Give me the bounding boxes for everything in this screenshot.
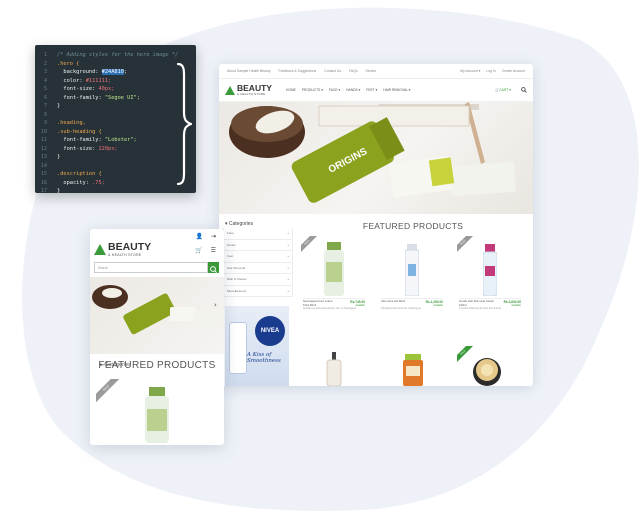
code-highlight: #24A810 <box>101 69 124 75</box>
featured-products-heading: FEATURED PRODUCTS <box>362 221 464 231</box>
top-link[interactable]: About Sample Health Beauty <box>227 69 271 73</box>
create-account-link[interactable]: Create Account <box>502 69 525 73</box>
leaf-logo-icon <box>225 85 235 95</box>
category-item[interactable]: Bath & Shower + <box>223 274 293 286</box>
login-link[interactable]: Log In <box>486 69 495 73</box>
search-icon <box>210 266 217 273</box>
product-card[interactable]: SALE Gentle Hair Removal Cream 100ml Rs.… <box>457 236 523 318</box>
cart-icon[interactable]: 🛒 <box>195 247 202 254</box>
category-item[interactable]: Miscellaneous + <box>223 285 293 297</box>
search-input[interactable]: Search <box>94 262 208 273</box>
mobile-featured-heading: FEATURED PRODUCTS <box>98 360 216 371</box>
code-text: /* Adding styles for the hero image */ .h… <box>57 51 194 193</box>
main-navbar: BEAUTY & HEALTH STORE HOME PRODUCTS ▾ FA… <box>219 79 533 102</box>
desktop-website-window: About Sample Health Beauty Feedback & Su… <box>219 64 533 386</box>
category-item[interactable]: Feet + <box>223 251 293 263</box>
main-menu: HOME PRODUCTS ▾ FACE ▾ HANDS ▾ FEET ▾ HA… <box>286 88 410 92</box>
category-item[interactable]: Face + <box>223 228 293 240</box>
menu-item-hair-removal[interactable]: HAIR REMOVAL ▾ <box>383 88 410 92</box>
menu-item-home[interactable]: HOME <box>286 88 296 92</box>
hero-image: ORIGINS <box>219 102 533 214</box>
product-name[interactable]: Gentle Hair Removal Cream 100ml <box>459 299 495 307</box>
product-price: Rs.749.00 Available <box>350 300 365 307</box>
product-description: Introducing Aloe Vera Gel, soothing gel <box>381 308 421 310</box>
store-logo[interactable]: BEAUTY & HEALTH STORE <box>225 84 272 96</box>
top-links-bar: About Sample Health Beauty Feedback & Su… <box>219 64 533 79</box>
categories-title[interactable]: ▾ Categories <box>223 220 293 228</box>
product-card[interactable]: SALE Neutrogena Foot Lotion Tube 60ml Rs… <box>301 236 367 318</box>
sale-ribbon: SALE <box>301 236 319 254</box>
sale-ribbon: SALE <box>457 236 475 254</box>
curly-brace-icon <box>176 62 192 186</box>
product-description: Smooth feet and heels with dry, skin, by… <box>303 308 357 310</box>
carousel-next-icon: › <box>214 301 217 309</box>
menu-item-feet[interactable]: FEET ▾ <box>366 88 377 92</box>
search-icon[interactable] <box>521 87 527 93</box>
product-image <box>405 244 419 296</box>
menu-item-face[interactable]: FACE ▾ <box>329 88 340 92</box>
category-item[interactable]: Hands + <box>223 239 293 251</box>
search-button[interactable] <box>208 262 219 273</box>
cart-button[interactable]: 🛒CART ▾ <box>495 88 511 92</box>
line-numbers: 123 456 789 101112 131415 161718 <box>40 52 47 193</box>
mobile-hero-image: › <box>90 277 224 354</box>
mobile-website-window: 👤 ⇥ BEAUTY & HEALTH STORE 🛒 ☰ Search › ▸… <box>90 229 224 445</box>
category-item[interactable]: Hair Removal + <box>223 262 293 274</box>
hero-products-illustration: › <box>92 285 220 335</box>
login-icon[interactable]: ⇥ <box>211 233 216 240</box>
top-link[interactable]: Contact Us <box>324 69 341 73</box>
product-image <box>473 358 501 386</box>
product-image <box>403 354 423 386</box>
product-image <box>324 242 344 296</box>
product-image <box>483 244 497 296</box>
product-image <box>326 352 342 386</box>
product-price: Rs.3,830.00 Available <box>503 300 521 307</box>
my-account-link[interactable]: My Account ▾ <box>460 69 480 73</box>
nivea-logo: NIVEA <box>255 316 285 346</box>
hero-products-illustration: ORIGINS <box>229 102 516 203</box>
top-link[interactable]: Feedback & Suggestions <box>279 69 317 73</box>
user-icon[interactable]: 👤 <box>195 233 202 240</box>
sale-ribbon: SALE <box>96 379 120 403</box>
product-name[interactable]: Aloe Vera Gel 60ml <box>381 299 417 304</box>
product-image <box>145 387 169 443</box>
code-comment: /* Adding styles for the hero image */ <box>57 52 179 58</box>
product-name[interactable]: Neutrogena Foot Lotion Tube 60ml <box>303 299 339 307</box>
top-link[interactable]: Vendor <box>366 69 377 73</box>
code-selector: .hero { <box>57 60 80 67</box>
nivea-ad-banner[interactable]: NIVEA A Kiss of Smoothness <box>225 306 289 386</box>
leaf-logo-icon <box>94 243 106 255</box>
menu-item-products[interactable]: PRODUCTS ▾ <box>302 88 323 92</box>
code-editor: 123 456 789 101112 131415 161718 /* Addi… <box>35 45 196 193</box>
ad-text: A Kiss of Smoothness <box>247 352 281 364</box>
product-description: A rhythm softening hair dmet face & body <box>459 308 502 310</box>
product-card[interactable]: Aloe Vera Gel 60ml Rs.1,299.00 Available … <box>379 236 445 318</box>
top-link[interactable]: FAQs <box>349 69 357 73</box>
menu-item-hands[interactable]: HANDS ▾ <box>346 88 360 92</box>
categories-panel: ▾ Categories Face + Hands + Feet + Hair Rem… <box>223 220 293 297</box>
menu-icon[interactable]: ☰ <box>211 247 216 254</box>
product-price: Rs.1,299.00 Available <box>425 300 443 307</box>
mobile-store-logo[interactable]: BEAUTY & HEALTH STORE <box>94 242 151 257</box>
